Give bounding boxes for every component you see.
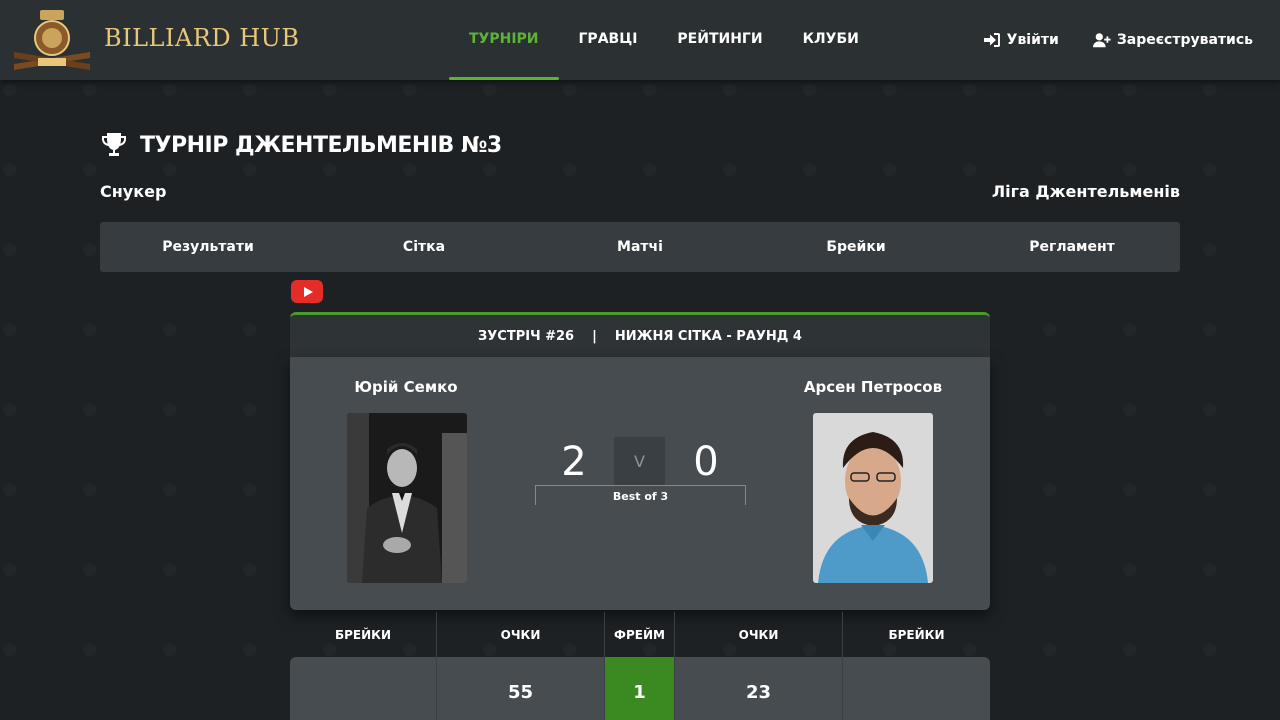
nav-players[interactable]: ГРАВЦІ [559, 0, 658, 80]
player2-name[interactable]: Арсен Петросов [773, 378, 973, 396]
player2-score: 0 [693, 439, 719, 485]
login-link[interactable]: Увійти [983, 32, 1059, 48]
add-user-icon [1092, 33, 1111, 48]
discipline-label: Снукер [100, 182, 167, 201]
match-stage: НИЖНЯ СІТКА - РАУНД 4 [614, 328, 802, 344]
tab-breaks[interactable]: Брейки [748, 222, 964, 272]
sign-in-icon [983, 33, 1000, 47]
match-separator: | [592, 328, 597, 344]
register-label: Зареєструватись [1116, 32, 1253, 48]
player1-name[interactable]: Юрій Семко [306, 378, 506, 396]
trophy-icon [102, 133, 126, 156]
player1-score: 2 [561, 439, 587, 485]
tab-results[interactable]: Результати [100, 222, 316, 272]
col-points-1: ОЧКИ [437, 612, 605, 657]
frame-number-cell: 1 [605, 657, 675, 720]
col-breaks-2: БРЕЙКИ [888, 627, 945, 642]
nav-tournaments[interactable]: ТУРНІРИ [449, 0, 559, 80]
best-of-label: Best of 3 [612, 490, 669, 503]
match-number: ЗУСТРІЧ #26 [478, 328, 575, 344]
match-card: Юрій Семко 2 V 0 Best of 3 Арсен Петросо… [290, 357, 990, 610]
col-points-2: ОЧКИ [675, 612, 843, 657]
auth-links: Увійти Зареєструватись [983, 32, 1253, 48]
login-label: Увійти [1006, 32, 1059, 48]
tab-rules[interactable]: Регламент [964, 222, 1180, 272]
brand-name[interactable]: BILLIARD HUB [104, 24, 300, 52]
points-2-cell: 23 [675, 657, 843, 720]
table-row: 55 1 23 [290, 657, 990, 720]
nav-clubs[interactable]: КЛУБИ [783, 0, 879, 80]
breaks-2-cell [843, 657, 990, 720]
frames-table-header: БРЕЙКИ ОЧКИ ФРЕЙМ ОЧКИ БРЕЙКИ [290, 612, 990, 657]
tournament-tabs: Результати Сітка Матчі Брейки Регламент [100, 222, 1180, 272]
nav-ratings[interactable]: РЕЙТИНГИ [657, 0, 782, 80]
tournament-title: ТУРНІР ДЖЕНТЕЛЬМЕНІВ №3 [140, 132, 502, 158]
col-frame: ФРЕЙМ [605, 612, 675, 657]
points-1-cell: 55 [437, 657, 605, 720]
player1-photo[interactable] [347, 413, 467, 583]
versus-box: V [614, 437, 665, 486]
main-nav: ТУРНІРИ ГРАВЦІ РЕЙТИНГИ КЛУБИ [449, 0, 879, 80]
tab-matches[interactable]: Матчі [532, 222, 748, 272]
match-header: ЗУСТРІЧ #26 | НИЖНЯ СІТКА - РАУНД 4 [290, 312, 990, 357]
tab-bracket[interactable]: Сітка [316, 222, 532, 272]
youtube-icon[interactable] [291, 280, 323, 303]
top-navbar: BILLIARD HUB ТУРНІРИ ГРАВЦІ РЕЙТИНГИ КЛУ… [0, 0, 1280, 80]
col-breaks-1: БРЕЙКИ [290, 612, 437, 657]
player2-photo[interactable] [813, 413, 933, 583]
logo-crest-icon[interactable] [10, 8, 94, 72]
page-title: ТУРНІР ДЖЕНТЕЛЬМЕНІВ №3 [100, 131, 502, 159]
breaks-1-cell [290, 657, 437, 720]
league-link[interactable]: Ліга Джентельменів [992, 182, 1180, 201]
register-link[interactable]: Зареєструватись [1092, 32, 1253, 48]
